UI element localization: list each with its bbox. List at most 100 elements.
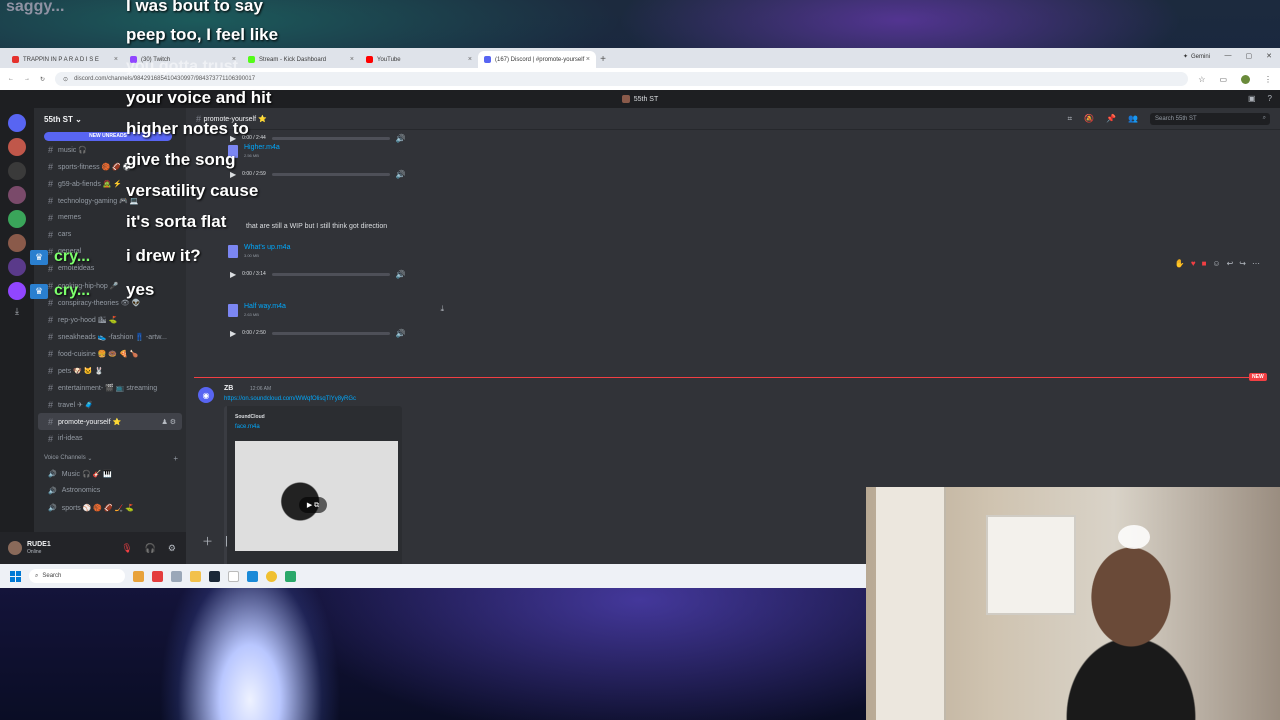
gear-icon[interactable]: ⚙ bbox=[168, 543, 176, 554]
file-name-link[interactable]: Half way.m4a bbox=[244, 303, 286, 310]
volume-icon[interactable]: 🔊 bbox=[396, 270, 406, 279]
close-icon[interactable]: × bbox=[114, 56, 118, 63]
play-icon[interactable]: ▶ bbox=[230, 170, 236, 179]
tab-kick[interactable]: Stream - Kick Dashboard × bbox=[242, 51, 360, 68]
voice-channel-music[interactable]: 🔊 Music 🎧 🎸 🎹 bbox=[38, 465, 182, 482]
discord-default-avatar[interactable]: ◉ bbox=[198, 387, 214, 403]
channel-food-cuisine[interactable]: # food-cuisine 🍔 🍩 🍕 🍗 bbox=[38, 345, 182, 362]
download-icon[interactable]: ⤓ bbox=[8, 306, 26, 324]
tab-youtube[interactable]: YouTube × bbox=[360, 51, 478, 68]
file-name-link[interactable]: What's up.m4a bbox=[244, 244, 290, 251]
help-icon[interactable]: ? bbox=[1268, 94, 1272, 103]
channel-pets[interactable]: # pets 🐶 🐱 🐰 bbox=[38, 362, 182, 379]
home-icon[interactable] bbox=[8, 114, 26, 132]
chrome-icon[interactable] bbox=[266, 570, 277, 582]
bookmark-star-icon[interactable]: ☆ bbox=[1198, 75, 1205, 84]
members-icon[interactable]: 👥 bbox=[1128, 114, 1138, 123]
reaction-icon[interactable]: ■ bbox=[1202, 259, 1207, 268]
close-icon[interactable]: × bbox=[350, 56, 354, 63]
tab-discord[interactable]: (167) Discord | #promote-yourself × bbox=[478, 51, 596, 68]
reply-icon[interactable]: ↩ bbox=[1227, 259, 1234, 268]
close-icon[interactable]: × bbox=[468, 56, 472, 63]
server-avatar[interactable] bbox=[8, 162, 26, 180]
server-avatar[interactable] bbox=[8, 210, 26, 228]
audio-progress-bar[interactable] bbox=[271, 272, 390, 276]
gear-icon[interactable]: ⚙ bbox=[170, 419, 176, 426]
taskbar-search[interactable]: ⌕ Search bbox=[29, 569, 125, 583]
app-icon[interactable] bbox=[152, 570, 163, 582]
back-icon[interactable]: ← bbox=[8, 76, 14, 82]
text-cursor: | bbox=[225, 535, 228, 547]
bell-off-icon[interactable]: 🔕 bbox=[1084, 114, 1094, 123]
windows-start-icon[interactable] bbox=[10, 570, 21, 582]
app-icon[interactable] bbox=[285, 570, 296, 582]
widget-icon[interactable] bbox=[133, 570, 144, 582]
close-icon[interactable]: × bbox=[586, 56, 590, 63]
volume-icon[interactable]: 🔊 bbox=[396, 329, 406, 338]
file-explorer-icon[interactable] bbox=[190, 570, 201, 582]
server-avatar[interactable] bbox=[8, 282, 26, 300]
download-icon[interactable]: ⤓ bbox=[440, 304, 444, 314]
add-channel-icon[interactable]: + bbox=[173, 454, 178, 463]
file-name-link[interactable]: Higher.m4a bbox=[244, 144, 280, 151]
heart-icon[interactable]: ♥ bbox=[1191, 259, 1196, 268]
voice-channel-sports[interactable]: 🔊 sports ⚾ 🏀 🏈 🏒 ⛳ bbox=[38, 499, 182, 516]
add-reaction-icon[interactable]: ☺ bbox=[1212, 259, 1220, 268]
sidebar-icon[interactable]: ▭ bbox=[1219, 75, 1227, 84]
more-icon[interactable]: ⋯ bbox=[1252, 259, 1260, 268]
mic-muted-icon[interactable]: 🎙 bbox=[121, 543, 132, 554]
server-avatar[interactable] bbox=[8, 258, 26, 276]
author-name[interactable]: ZB bbox=[224, 385, 233, 392]
forward-icon[interactable]: ↪ bbox=[1239, 259, 1246, 268]
new-messages-tag: NEW bbox=[1249, 373, 1267, 381]
volume-icon[interactable]: 🔊 bbox=[396, 134, 406, 143]
server-avatar[interactable] bbox=[8, 234, 26, 252]
invite-icon[interactable]: ♟ bbox=[161, 419, 167, 426]
maximize-icon[interactable]: ▢ bbox=[1246, 52, 1253, 60]
channel-irl-ideas[interactable]: # irl-ideas bbox=[38, 430, 182, 447]
tab-trappin[interactable]: TRAPPIN IN P A R A D I S E × bbox=[6, 51, 124, 68]
menu-kebab-icon[interactable]: ⋮ bbox=[1264, 75, 1272, 84]
steam-icon[interactable] bbox=[209, 570, 220, 582]
play-icon[interactable]: ▶ ⧉ bbox=[299, 497, 327, 513]
plus-icon[interactable]: ＋ bbox=[202, 533, 213, 549]
voice-channel-astronomics[interactable]: 🔊 Astronomics bbox=[38, 482, 182, 499]
profile-avatar[interactable] bbox=[1241, 74, 1250, 84]
soundcloud-link[interactable]: https://on.soundcloud.com/WWqfOlisqTlYy8… bbox=[224, 396, 356, 402]
minimize-icon[interactable]: — bbox=[1225, 52, 1232, 60]
volume-icon[interactable]: 🔊 bbox=[396, 170, 406, 179]
user-avatar[interactable] bbox=[8, 541, 22, 555]
server-avatar[interactable] bbox=[8, 138, 26, 156]
server-avatar[interactable] bbox=[8, 186, 26, 204]
reload-icon[interactable]: ↻ bbox=[40, 76, 45, 83]
app-icon[interactable] bbox=[171, 570, 182, 582]
audio-progress-bar[interactable] bbox=[271, 331, 390, 335]
document-icon[interactable] bbox=[228, 570, 239, 582]
site-info-icon[interactable]: ⊙ bbox=[63, 76, 68, 83]
edge-icon[interactable] bbox=[247, 570, 258, 582]
new-tab-button[interactable]: + bbox=[596, 51, 610, 68]
audio-progress-bar[interactable] bbox=[271, 172, 390, 176]
audio-progress-bar[interactable] bbox=[271, 136, 390, 140]
close-window-icon[interactable]: ✕ bbox=[1266, 52, 1272, 60]
forward-icon[interactable]: → bbox=[24, 76, 30, 82]
gemini-button[interactable]: ✦ Gemini bbox=[1183, 53, 1210, 61]
play-icon[interactable]: ▶ bbox=[230, 270, 236, 279]
headphones-icon[interactable]: 🎧 bbox=[145, 543, 156, 554]
channel-sneakheads[interactable]: # sneakheads 👟 -fashion 👖 -artw... bbox=[38, 328, 182, 345]
hash-icon: # bbox=[48, 161, 54, 172]
pin-icon[interactable]: 📌 bbox=[1106, 114, 1116, 123]
channel-entertainment[interactable]: # entertainment- 🎬 📺 streaming bbox=[38, 379, 182, 396]
reaction-icon[interactable]: ✋ bbox=[1175, 259, 1185, 268]
embed-title-link[interactable]: face.m4a bbox=[235, 424, 260, 430]
search-input[interactable]: Search 55th ST ⌕ bbox=[1150, 112, 1270, 125]
channel-travel[interactable]: # travel ✈ 🧳 bbox=[38, 396, 182, 413]
play-icon[interactable]: ▶ bbox=[230, 329, 236, 338]
user-info[interactable]: RUDE1 Online bbox=[27, 541, 51, 555]
threads-icon[interactable]: ⌗ bbox=[1068, 114, 1073, 124]
inbox-icon[interactable]: ▣ bbox=[1248, 94, 1256, 103]
hash-icon: # bbox=[48, 433, 54, 444]
channel-promote-yourself[interactable]: # promote-yourself ⭐ ♟ ⚙ bbox=[38, 413, 182, 430]
voice-category[interactable]: Voice Channels ⌄ + bbox=[34, 451, 186, 465]
channel-rep-yo-hood[interactable]: # rep-yo-hood 🏙 ⛳ bbox=[38, 311, 182, 328]
